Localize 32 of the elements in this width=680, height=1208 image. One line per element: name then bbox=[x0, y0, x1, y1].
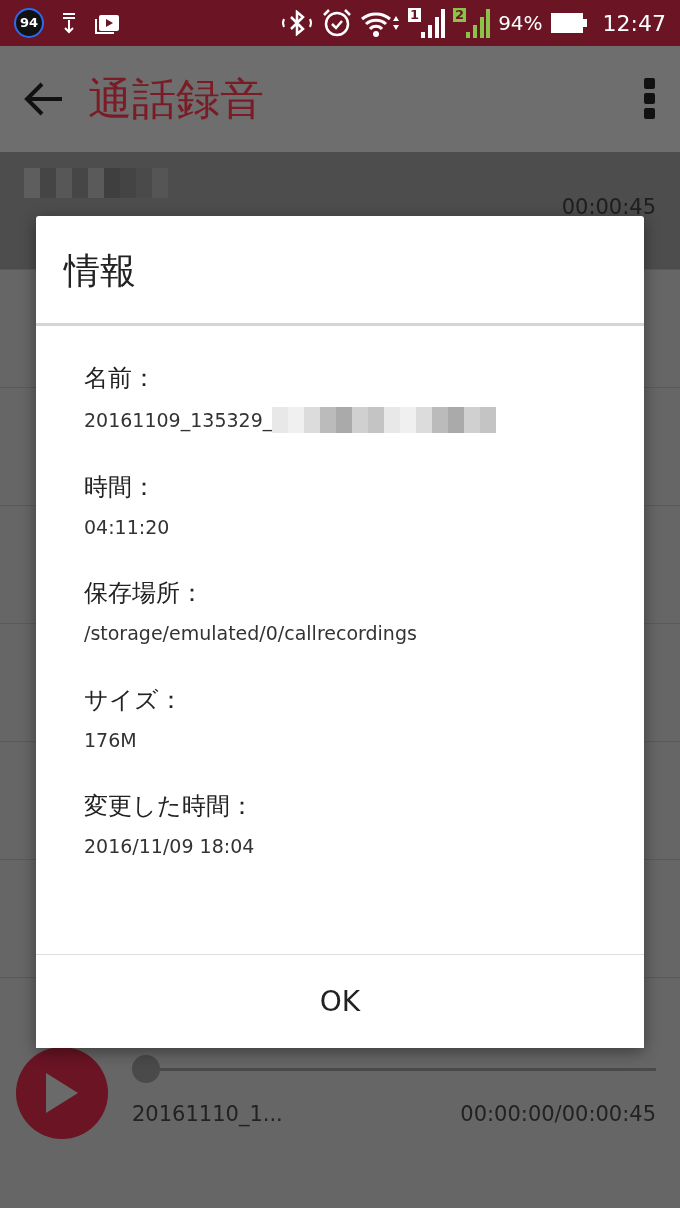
app-title: 通話録音 bbox=[88, 72, 264, 126]
bluetooth-icon bbox=[280, 10, 315, 36]
play-icon bbox=[44, 1071, 80, 1115]
field-value: 176M bbox=[84, 727, 137, 753]
alarm-icon bbox=[322, 8, 353, 38]
ok-button[interactable]: OK bbox=[36, 954, 644, 1048]
signal-icon bbox=[466, 8, 491, 38]
field-label: 名前： bbox=[84, 363, 157, 394]
more-icon bbox=[644, 78, 656, 120]
field-label: サイズ： bbox=[84, 684, 184, 716]
more-menu-button[interactable] bbox=[644, 78, 656, 120]
back-button[interactable] bbox=[24, 81, 64, 117]
dialog-title: 情報 bbox=[36, 216, 644, 326]
clock-time: 12:47 bbox=[602, 9, 666, 38]
playback-time: 00:00:00/00:00:45 bbox=[460, 1101, 656, 1129]
sim-number: 1 bbox=[408, 8, 422, 22]
field-value: 20161109_135329_ bbox=[84, 408, 273, 434]
notification-badge: 94 bbox=[14, 8, 44, 38]
transfer-icon bbox=[60, 12, 78, 34]
sim-number: 2 bbox=[453, 8, 467, 22]
back-arrow-icon bbox=[24, 81, 64, 117]
signal-icon bbox=[421, 8, 446, 38]
field-value: 2016/11/09 18:04 bbox=[84, 834, 255, 859]
field-label: 変更した時間： bbox=[84, 791, 255, 822]
battery-icon bbox=[550, 12, 587, 34]
field-value: 04:11:20 bbox=[84, 514, 170, 540]
slider-thumb[interactable] bbox=[132, 1055, 160, 1084]
field-value: /storage/emulated/0/callrecordings bbox=[84, 621, 417, 646]
field-label: 保存場所： bbox=[84, 578, 205, 609]
battery-level: 94% bbox=[498, 10, 543, 37]
file-name: 20161110_1... bbox=[132, 1101, 283, 1129]
field-label: 時間： bbox=[84, 471, 157, 503]
